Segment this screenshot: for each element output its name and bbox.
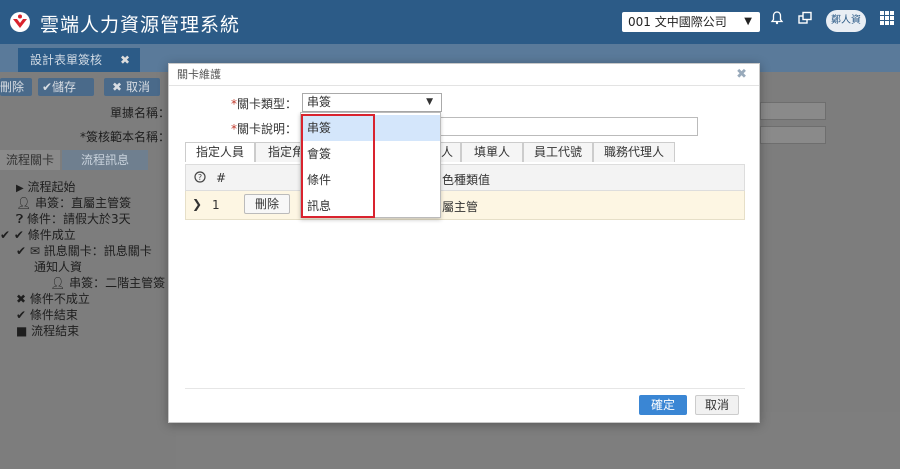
chevron-down-icon: ✔ [16, 244, 27, 258]
tree-node[interactable]: ✔ 條件結束 [16, 306, 78, 323]
tree-node[interactable]: ❓︎ 條件：請假大於3天 [16, 210, 131, 227]
tab-assign-person[interactable]: 指定人員 [185, 142, 255, 162]
stage-modal: 關卡維護 ✖ *關卡類型： 串簽 ▼ *關卡說明： 指定人員 指定角 人 填單人… [168, 63, 760, 423]
doc-name-label: 單據名稱： [110, 106, 171, 120]
col-value: 色種類值 [442, 173, 491, 187]
highlight-annotation [301, 114, 375, 218]
company-select-value: 001 文中國際公司 [628, 15, 727, 29]
table-header: ? # 色種類值 [185, 164, 745, 191]
close-icon[interactable]: ✖ [120, 48, 130, 72]
cancel-label: 取消 [126, 80, 151, 94]
tab-flow-stages[interactable]: 流程關卡 [0, 150, 60, 170]
template-name-label: *簽核範本名稱： [80, 130, 171, 144]
confirm-button[interactable]: 確定 [639, 395, 687, 415]
save-label: 儲存 [52, 80, 77, 94]
tab-deputy[interactable]: 職務代理人 [593, 142, 675, 162]
assign-tabs: 指定人員 指定角 人 填單人 員工代號 職務代理人 [185, 142, 745, 162]
doc-name-input[interactable] [760, 102, 826, 120]
grid-icon[interactable] [876, 10, 898, 32]
chevron-down-icon: ▼ [426, 97, 433, 107]
stage-type-label: *關卡類型： [231, 97, 298, 111]
tree-node[interactable]: ✔ ✔ 條件成立 [0, 226, 76, 243]
tab-label: 設計表單簽核 [30, 53, 103, 67]
play-icon: ▶ [16, 183, 24, 194]
tree-node[interactable]: ✖ 條件不成立 [16, 290, 90, 307]
cancel-button[interactable]: ✖ 取消 [104, 78, 160, 96]
stage-desc-label: *關卡說明： [231, 122, 298, 136]
logo-icon [10, 12, 30, 32]
company-select[interactable]: 001 文中國際公司 ▼ [622, 12, 760, 32]
app-title: 雲端人力資源管理系統 [40, 14, 241, 36]
cancel-button[interactable]: 取消 [695, 395, 739, 415]
left-tabs: 流程關卡 流程訊息 [0, 150, 166, 170]
tab-employee-id[interactable]: 員工代號 [523, 142, 593, 162]
tab-design-form[interactable]: 設計表單簽核 ✖ [18, 48, 140, 72]
app-header: 雲端人力資源管理系統 001 文中國際公司 ▼ 鄭人資 [0, 0, 900, 44]
tree-node-cont: 通知人資 [34, 260, 83, 274]
help-icon[interactable]: ? [194, 171, 206, 186]
chevron-down-icon: ✔ [0, 228, 11, 242]
check-icon: ✔ [13, 228, 24, 242]
tree-node[interactable]: ✔ ✉ 訊息關卡：訊息關卡 [16, 242, 152, 259]
tree-node[interactable]: ▶ 流程起始 [16, 178, 76, 195]
save-button[interactable]: ✔ 儲存 [38, 78, 94, 96]
close-icon[interactable]: ✖ [736, 64, 747, 86]
tab-flow-messages[interactable]: 流程訊息 [62, 150, 148, 170]
row-caret-icon: ❯ [192, 197, 203, 211]
col-index: # [216, 171, 227, 185]
x-icon: ✖ [112, 80, 123, 94]
stage-type-select[interactable]: 串簽 ▼ [302, 93, 442, 112]
delete-row-button[interactable]: 刪除 [244, 194, 290, 214]
tree-node[interactable]: 👤︎ 串簽：直屬主管簽 [16, 194, 131, 211]
tree-node[interactable]: ■ 流程結束 [16, 322, 79, 339]
user-icon: 👤︎ [16, 196, 32, 210]
template-name-input[interactable] [760, 126, 826, 144]
x-icon: ✖ [16, 292, 27, 306]
row-value: 屬主管 [442, 200, 479, 214]
tree-node[interactable]: 👤︎ 串簽：二階主管簽 [50, 274, 165, 291]
windows-icon[interactable] [794, 10, 816, 32]
check-icon: ✔ [42, 80, 53, 94]
modal-title: 關卡維護 ✖ [169, 64, 759, 86]
delete-button[interactable]: 刪除 [0, 78, 32, 96]
chevron-down-icon: ▼ [744, 16, 752, 27]
question-icon: ❓︎ [16, 212, 24, 226]
row-index: 1 [212, 198, 220, 212]
divider [185, 388, 745, 389]
svg-text:?: ? [198, 173, 202, 182]
envelope-icon: ✉ [29, 244, 40, 258]
user-icon: 👤︎ [50, 276, 66, 290]
table-row[interactable]: ❯ 1 刪除 屬主管 [185, 191, 745, 220]
bell-icon[interactable] [766, 10, 788, 32]
stage-type-value: 串簽 [307, 95, 332, 109]
tab-form-filler[interactable]: 填單人 [461, 142, 523, 162]
check-circle-icon: ✔ [16, 308, 27, 322]
user-avatar[interactable]: 鄭人資 [826, 10, 866, 32]
square-icon: ■ [16, 324, 28, 338]
